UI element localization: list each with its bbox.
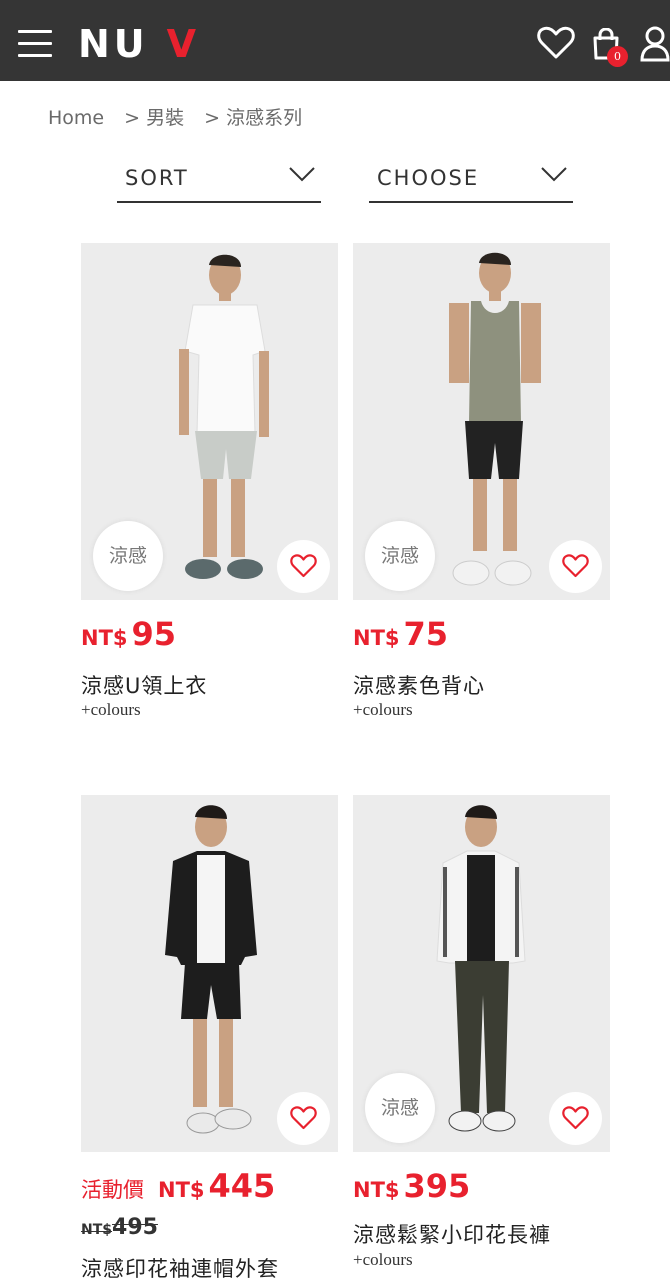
logo-text-nu: NU [78, 22, 149, 66]
shopping-bag-icon[interactable]: 0 [592, 27, 628, 67]
price-value: 95 [131, 615, 177, 653]
price-value: 395 [403, 1167, 471, 1205]
cooling-badge: 涼感 [365, 521, 435, 591]
sort-label: SORT [125, 166, 189, 190]
original-price: NT$495 [81, 1215, 158, 1240]
more-colours-link[interactable]: +colours [81, 700, 141, 720]
add-to-wishlist-button[interactable] [277, 1092, 330, 1145]
product-name[interactable]: 涼感鬆緊小印花長褲 [353, 1219, 551, 1249]
currency: NT$ [158, 1178, 205, 1202]
chevron-down-icon [541, 167, 567, 182]
more-colours-link[interactable]: +colours [353, 1250, 413, 1270]
currency: NT$ [353, 626, 400, 650]
product-card[interactable]: 涼感 NT$ 395 涼感鬆緊小印花長褲 +colours [353, 795, 610, 1280]
currency: NT$ [81, 626, 128, 650]
cart-count-badge: 0 [607, 46, 628, 67]
product-price: NT$ 395 [353, 1167, 470, 1205]
breadcrumb: Home > 男裝 > 涼感系列 [48, 103, 316, 130]
add-to-wishlist-button[interactable] [277, 540, 330, 593]
choose-label: CHOOSE [377, 166, 480, 190]
more-colours-link[interactable]: +colours [353, 700, 413, 720]
currency: NT$ [353, 1178, 400, 1202]
product-photo[interactable] [81, 795, 338, 1152]
logo-text-v: V [166, 22, 201, 66]
product-name[interactable]: 涼感印花袖連帽外套 [81, 1253, 279, 1283]
cooling-badge: 涼感 [93, 521, 163, 591]
heart-icon [562, 554, 589, 578]
heart-icon [562, 1106, 589, 1130]
product-photo[interactable]: 涼感 [353, 795, 610, 1152]
product-photo[interactable]: 涼感 [81, 243, 338, 600]
product-name[interactable]: 涼感U領上衣 [81, 670, 207, 700]
old-price-value: 495 [112, 1215, 158, 1240]
product-photo[interactable]: 涼感 [353, 243, 610, 600]
add-to-wishlist-button[interactable] [549, 540, 602, 593]
product-price: NT$ 95 [81, 615, 176, 653]
price-value: 445 [208, 1167, 276, 1205]
product-price: NT$ 75 [353, 615, 448, 653]
promo-label: 活動價 [81, 1178, 144, 1202]
top-navigation-bar: NU V 0 [0, 0, 670, 81]
add-to-wishlist-button[interactable] [549, 1092, 602, 1145]
price-value: 75 [403, 615, 449, 653]
chevron-down-icon [289, 167, 315, 182]
sort-dropdown[interactable]: SORT [117, 158, 321, 203]
wishlist-heart-icon[interactable] [537, 26, 575, 64]
choose-dropdown[interactable]: CHOOSE [369, 158, 573, 203]
menu-icon[interactable] [18, 28, 54, 60]
product-card[interactable]: 活動價 NT$ 445 NT$495 涼感印花袖連帽外套 [81, 795, 338, 1283]
product-card[interactable]: 涼感 NT$ 95 涼感U領上衣 +colours [81, 243, 338, 723]
brand-logo[interactable]: NU V [78, 22, 200, 66]
product-price: 活動價 NT$ 445 [81, 1167, 275, 1205]
cooling-badge: 涼感 [365, 1073, 435, 1143]
breadcrumb-cooling-series[interactable]: > 涼感系列 [204, 107, 302, 129]
product-card[interactable]: 涼感 NT$ 75 涼感素色背心 +colours [353, 243, 610, 723]
user-account-icon[interactable] [640, 26, 670, 66]
heart-icon [290, 554, 317, 578]
breadcrumb-home[interactable]: Home [48, 107, 104, 129]
heart-icon [290, 1106, 317, 1130]
old-currency: NT$ [81, 1222, 113, 1238]
breadcrumb-mens[interactable]: > 男裝 [124, 107, 184, 129]
product-name[interactable]: 涼感素色背心 [353, 670, 485, 700]
